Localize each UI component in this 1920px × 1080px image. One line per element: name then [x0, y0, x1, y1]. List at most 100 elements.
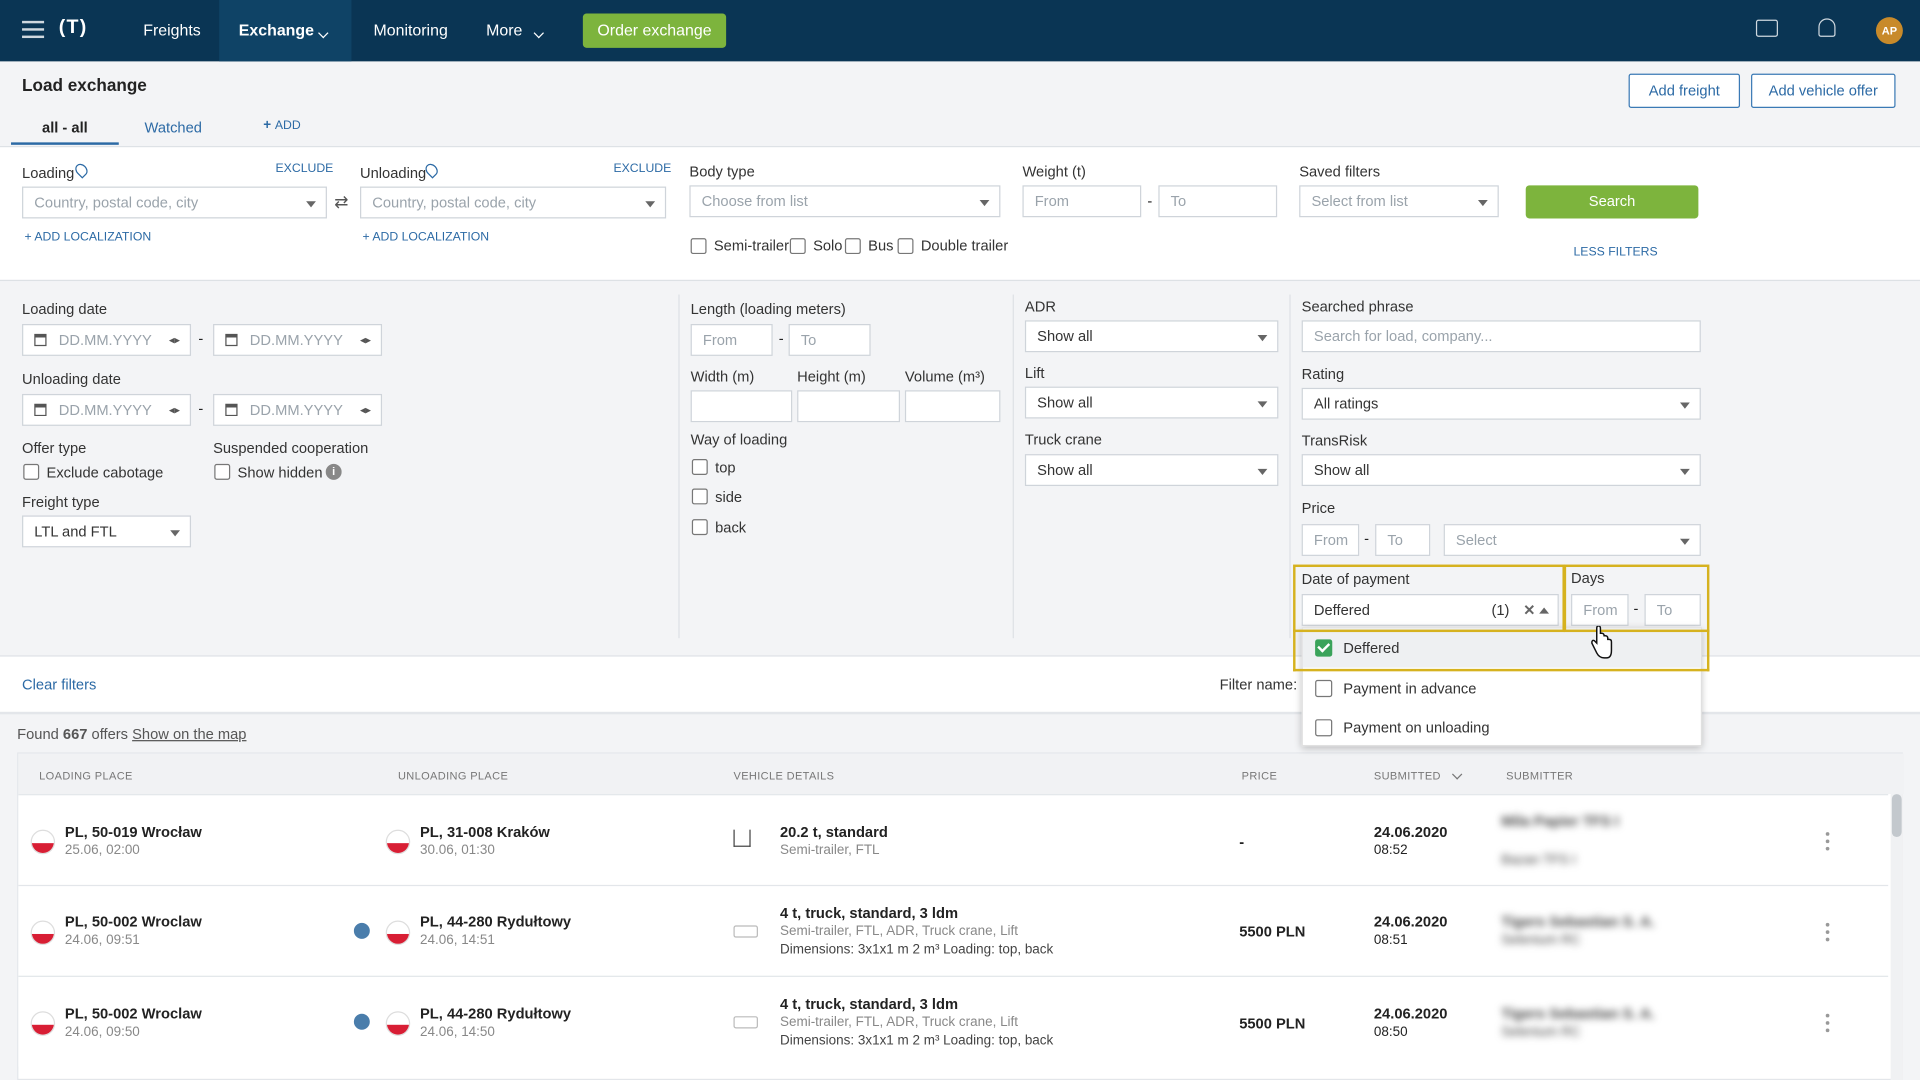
unloading-place-input[interactable]: Country, postal code, city [360, 186, 667, 219]
payment-in-advance-checkbox[interactable] [1315, 679, 1333, 698]
loading-exclude-link[interactable]: EXCLUDE [276, 162, 334, 176]
exclude-cabotage-label: Exclude cabotage [46, 463, 164, 482]
sort-desc-icon[interactable] [1451, 769, 1463, 780]
price-currency-select[interactable]: Select [1443, 524, 1701, 556]
info-icon[interactable]: i [325, 463, 342, 480]
table-scrollbar-track[interactable] [1890, 794, 1903, 1080]
height-input[interactable] [797, 390, 901, 423]
way-top-checkbox[interactable] [691, 459, 708, 475]
bell-icon[interactable] [1818, 18, 1836, 37]
loading-date-from-input[interactable]: DD.MM.YYYY ◂▸ [22, 324, 192, 356]
unloading-place: PL, 44-280 Rydułtowy [420, 1005, 572, 1023]
table-row[interactable]: PL, 50-002 Wroclaw 24.06, 09:51 PL, 44-2… [18, 884, 1889, 976]
more-actions-icon[interactable] [1825, 922, 1830, 945]
exclude-cabotage-checkbox[interactable] [23, 463, 40, 480]
avatar[interactable]: AP [1875, 17, 1903, 45]
volume-input[interactable] [904, 390, 1001, 423]
way-side-checkbox[interactable] [691, 488, 708, 505]
length-to-input[interactable]: To [788, 324, 871, 356]
poland-flag-icon [385, 1011, 411, 1036]
payment-on-unloading-checkbox[interactable] [1315, 719, 1333, 737]
dropdown-option-advance[interactable]: Payment in advance [1303, 669, 1701, 708]
transrisk-select[interactable]: Show all [1301, 454, 1701, 487]
more-actions-icon[interactable] [1825, 1013, 1830, 1036]
unloading-date-from-input[interactable]: DD.MM.YYYY ◂▸ [22, 393, 192, 426]
stepper-icon[interactable]: ◂▸ [169, 325, 180, 354]
stepper-icon[interactable]: ◂▸ [360, 325, 371, 354]
unloading-exclude-link[interactable]: EXCLUDE [613, 162, 671, 176]
results-count: Found 667 offers Show on the map [17, 725, 246, 742]
found-prefix: Found [17, 725, 59, 743]
tab-all[interactable]: all - all [11, 113, 119, 145]
show-hidden-checkbox[interactable] [214, 463, 231, 480]
menu-icon[interactable] [22, 20, 45, 39]
app-logo[interactable]: (T) [59, 17, 88, 39]
chat-icon[interactable] [1755, 19, 1778, 37]
double-trailer-checkbox[interactable] [897, 238, 914, 255]
tab-watched[interactable]: Watched [144, 119, 201, 136]
searched-phrase-input[interactable]: Search for load, company... [1301, 320, 1701, 353]
loading-datetime: 24.06, 09:51 [64, 932, 140, 948]
add-tab-button[interactable]: + ADD [263, 118, 300, 133]
more-stops-icon[interactable] [353, 922, 370, 939]
swap-icon[interactable]: ⇄ [334, 191, 348, 212]
loading-place-input[interactable]: Country, postal code, city [22, 186, 327, 219]
header-loading-place[interactable]: LOADING PLACE [39, 770, 133, 782]
adr-select[interactable]: Show all [1024, 320, 1279, 353]
way-top-label: top [715, 459, 736, 477]
table-scrollbar-thumb[interactable] [1891, 794, 1902, 838]
unloading-date-to-input[interactable]: DD.MM.YYYY ◂▸ [213, 393, 383, 426]
submitter-company[interactable]: Tigers Sebastian S. A. [1501, 1005, 1655, 1022]
semi-trailer-checkbox[interactable] [690, 238, 707, 255]
header-vehicle-details[interactable]: VEHICLE DETAILS [733, 770, 834, 782]
nav-freights[interactable]: Freights [143, 0, 201, 61]
search-button[interactable]: Search [1525, 185, 1699, 219]
header-unloading-place[interactable]: UNLOADING PLACE [398, 770, 508, 782]
saved-filters-select[interactable]: Select from list [1299, 185, 1499, 218]
show-on-map-link[interactable]: Show on the map [132, 725, 246, 742]
nav-monitoring[interactable]: Monitoring [373, 0, 447, 61]
way-back-checkbox[interactable] [691, 519, 708, 536]
submitter-company[interactable]: Mila Papier TFS I [1501, 812, 1619, 829]
way-back-label: back [715, 519, 747, 537]
loading-place: PL, 50-019 Wrocław [64, 823, 202, 841]
weight-to-input[interactable]: To [1158, 185, 1278, 218]
submitter-company[interactable]: Tigers Sebastian S. A. [1501, 913, 1655, 930]
header-price[interactable]: PRICE [1242, 770, 1278, 782]
lift-select[interactable]: Show all [1024, 386, 1279, 419]
less-filters-link[interactable]: LESS FILTERS [1573, 245, 1657, 259]
dropdown-option-unloading[interactable]: Payment on unloading [1303, 708, 1701, 747]
table-row[interactable]: PL, 50-002 Wroclaw 24.06, 09:50 PL, 44-2… [18, 975, 1889, 1067]
add-vehicle-offer-button[interactable]: Add vehicle offer [1751, 73, 1896, 109]
loading-datetime: 24.06, 09:50 [64, 1024, 140, 1040]
truck-crane-select[interactable]: Show all [1024, 454, 1279, 487]
loading-date-to-input[interactable]: DD.MM.YYYY ◂▸ [213, 324, 383, 356]
chevron-down-icon [1477, 200, 1488, 207]
more-actions-icon[interactable] [1825, 832, 1830, 854]
stepper-icon[interactable]: ◂▸ [169, 395, 180, 424]
nav-exchange-active[interactable]: Exchange [219, 0, 352, 62]
table-row[interactable]: PL, 50-019 Wrocław 25.06, 02:00 PL, 31-0… [18, 794, 1889, 885]
column-divider [678, 294, 680, 639]
add-loading-localization[interactable]: + ADD LOCALIZATION [24, 231, 151, 245]
freight-type-select[interactable]: LTL and FTL [22, 515, 192, 548]
rating-select[interactable]: All ratings [1301, 387, 1701, 420]
price-to-input[interactable]: To [1375, 524, 1431, 556]
more-stops-icon[interactable] [353, 1013, 370, 1030]
stepper-icon[interactable]: ◂▸ [360, 395, 371, 424]
clear-filters-link[interactable]: Clear filters [22, 676, 96, 693]
order-exchange-button[interactable]: Order exchange [582, 13, 727, 48]
header-submitted[interactable]: SUBMITTED [1374, 770, 1441, 782]
body-type-select[interactable]: Choose from list [689, 185, 1001, 218]
bus-checkbox[interactable] [844, 238, 861, 255]
price-from-input[interactable]: From [1301, 524, 1360, 556]
add-freight-button[interactable]: Add freight [1628, 73, 1741, 109]
weight-from-input[interactable]: From [1022, 185, 1142, 218]
add-unloading-localization[interactable]: + ADD LOCALIZATION [362, 231, 489, 245]
length-from-input[interactable]: From [690, 324, 773, 356]
range-dash: - [198, 400, 204, 418]
solo-checkbox[interactable] [789, 238, 806, 255]
nav-more[interactable]: More [486, 0, 522, 61]
width-input[interactable] [690, 390, 793, 423]
header-submitter[interactable]: SUBMITTER [1506, 770, 1573, 782]
